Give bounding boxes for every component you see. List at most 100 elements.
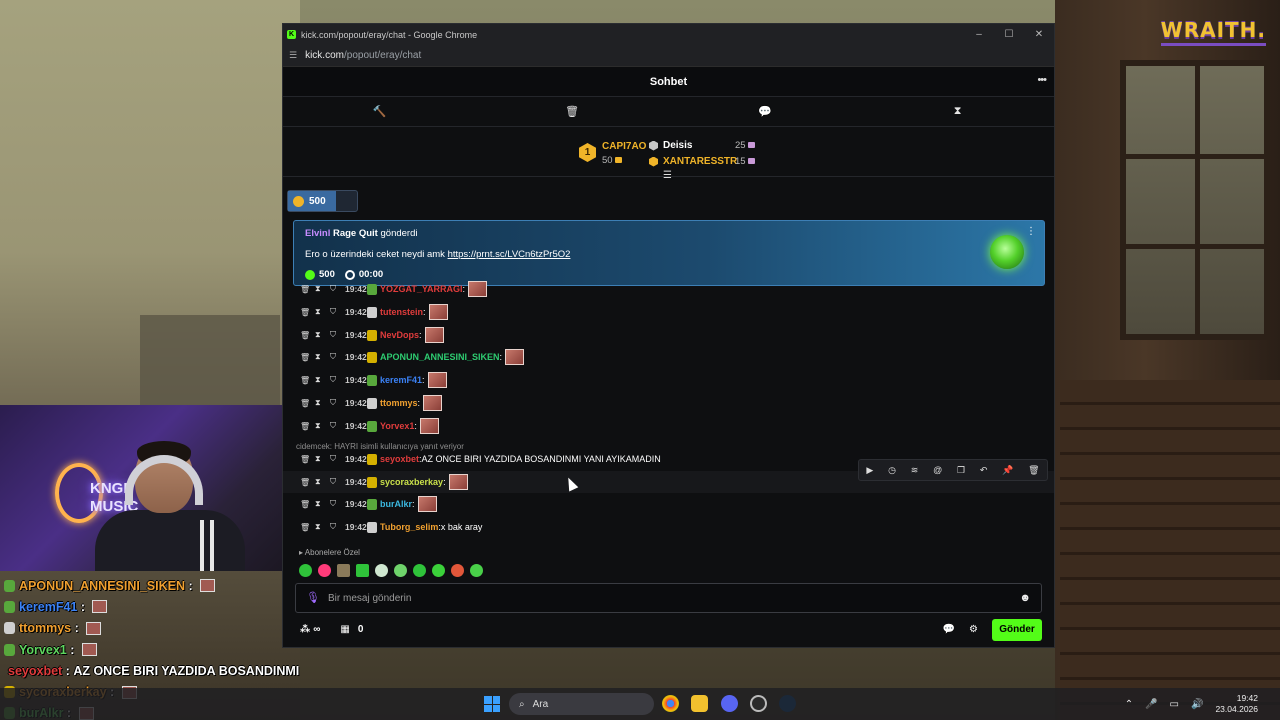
volume-icon[interactable]: 🔊 <box>1191 699 1203 710</box>
message-username[interactable]: ttommys <box>380 398 418 408</box>
message-username[interactable]: Yorvex1 <box>380 421 414 431</box>
emote-icon[interactable] <box>318 564 331 577</box>
ban-user-icon[interactable]: ⛉ <box>330 375 345 385</box>
message-username[interactable]: APONUN_ANNESINI_SIKEN <box>380 352 500 362</box>
timeout-icon[interactable]: ◷ <box>888 465 896 476</box>
ban-user-icon[interactable]: ⛉ <box>330 330 345 340</box>
store-icon[interactable]: ▦ <box>340 624 349 635</box>
timeout-user-icon[interactable]: ⧗ <box>315 375 330 385</box>
play-icon[interactable]: ▶ <box>866 465 873 476</box>
ban-user-icon[interactable]: ⛉ <box>330 477 345 487</box>
ban-user-icon[interactable]: ⛉ <box>330 421 345 431</box>
delete-message-icon[interactable]: 🗑 <box>300 285 315 294</box>
timeout-user-icon[interactable]: ⧗ <box>315 307 330 317</box>
delete-message-icon[interactable]: 🗑 <box>300 308 315 317</box>
hourglass-icon[interactable]: ⧗ <box>861 105 1054 118</box>
chat-message[interactable]: 🗑 ⧗ ⛉ 19:42 tutenstein: <box>283 301 1054 323</box>
message-username[interactable]: NevDops <box>380 330 419 340</box>
message-username[interactable]: YOZGAT_YARRAGI <box>380 284 463 294</box>
ban-user-icon[interactable]: ⛉ <box>330 522 345 532</box>
kicks-goal-pill[interactable]: 500 <box>287 190 358 212</box>
delete-message-icon[interactable]: 🗑 <box>300 523 315 532</box>
emote-icon[interactable] <box>299 564 312 577</box>
windows-start-icon[interactable] <box>484 696 500 712</box>
timeout-user-icon[interactable]: ⧗ <box>315 499 330 509</box>
ban-user-icon[interactable]: ⛉ <box>330 398 345 408</box>
microphone-icon[interactable]: 🎙 <box>306 591 320 605</box>
ban-hammer-icon[interactable]: 🔨 <box>283 105 476 118</box>
send-button[interactable]: Gönder <box>992 618 1042 641</box>
emote-icon[interactable] <box>356 564 369 577</box>
taskbar-search[interactable]: ⌕ Ara <box>509 693 654 715</box>
emote-icon[interactable] <box>394 564 407 577</box>
ban-user-icon[interactable]: ⛉ <box>330 307 345 317</box>
ban-user-icon[interactable]: ⛉ <box>330 352 345 362</box>
points-icon[interactable]: ⁂ <box>300 624 310 635</box>
message-username[interactable]: sycoraxberkay <box>380 477 443 487</box>
tray-chevron-icon[interactable]: ⌃ <box>1125 699 1133 710</box>
delete-message-icon[interactable]: 🗑 <box>300 376 315 385</box>
pinned-sender[interactable]: Elvinl <box>305 228 330 239</box>
chat-message[interactable]: 🗑 ⧗ ⛉ 19:42 NevDops: <box>283 324 1054 346</box>
chrome-icon[interactable] <box>662 695 679 712</box>
delete-message-icon[interactable]: 🗑 <box>300 455 315 464</box>
pin-icon[interactable]: 📌 <box>1002 465 1013 476</box>
microphone-tray-icon[interactable]: 🎤 <box>1145 699 1157 710</box>
chat-message[interactable]: 🗑 ⧗ ⛉ 19:42 ttommys: <box>283 392 1054 414</box>
slow-icon[interactable]: ≋ <box>911 465 919 476</box>
chat-bubble-icon[interactable]: 💬 <box>669 105 862 118</box>
leaderboard-row[interactable]: XANTARESSTR 15 <box>649 156 755 167</box>
delete-message-icon[interactable]: 🗑 <box>300 500 315 509</box>
mention-icon[interactable]: @ <box>933 465 942 475</box>
timeout-user-icon[interactable]: ⧗ <box>315 454 330 464</box>
close-button[interactable]: ✕ <box>1024 29 1054 40</box>
maximize-button[interactable]: ☐ <box>994 29 1024 40</box>
app-icon[interactable] <box>750 695 767 712</box>
ban-user-icon[interactable]: ⛉ <box>330 454 345 464</box>
emoji-picker-icon[interactable]: ☻ <box>1019 592 1031 604</box>
reply-icon[interactable]: ↶ <box>980 465 988 476</box>
delete-icon[interactable]: 🗑 <box>1028 465 1039 476</box>
address-bar[interactable]: ☰ kick.com/popout/eray/chat <box>283 45 1054 67</box>
timeout-user-icon[interactable]: ⧗ <box>315 421 330 431</box>
delete-message-icon[interactable]: 🗑 <box>300 422 315 431</box>
chat-message[interactable]: 🗑 ⧗ ⛉ 19:42 burAlkr: <box>283 493 1054 515</box>
chat-message[interactable]: 🗑 ⧗ ⛉ 19:42 YOZGAT_YARRAGI: <box>283 278 1054 300</box>
emote-icon[interactable] <box>337 564 350 577</box>
leaderboard-first-name[interactable]: CAPI7AO <box>602 141 646 152</box>
network-icon[interactable]: ▭ <box>1170 699 1179 710</box>
chat-message[interactable]: 🗑 ⧗ ⛉ 19:42 Yorvex1: <box>283 415 1054 437</box>
timeout-user-icon[interactable]: ⧗ <box>315 352 330 362</box>
chat-message[interactable]: 🗑 ⧗ ⛉ 19:42 Tuborg_selim: x bak aray <box>283 516 1054 538</box>
emote-icon[interactable] <box>413 564 426 577</box>
steam-icon[interactable] <box>779 695 796 712</box>
emote-icon[interactable] <box>451 564 464 577</box>
pinned-menu-icon[interactable]: ⋮ <box>1026 226 1036 237</box>
copy-icon[interactable]: ❐ <box>957 465 965 476</box>
chat-settings-bubble-icon[interactable]: 💬 <box>943 624 955 635</box>
trash-icon[interactable]: 🗑 <box>476 105 669 118</box>
delete-message-icon[interactable]: 🗑 <box>300 353 315 362</box>
timeout-user-icon[interactable]: ⧗ <box>315 522 330 532</box>
message-username[interactable]: tutenstein <box>380 307 423 317</box>
timeout-user-icon[interactable]: ⧗ <box>315 284 330 294</box>
site-info-icon[interactable]: ☰ <box>289 50 297 61</box>
emote-icon[interactable] <box>375 564 388 577</box>
emote-icon[interactable] <box>470 564 483 577</box>
chat-message[interactable]: 🗑 ⧗ ⛉ 19:42 keremF41: <box>283 369 1054 391</box>
minimize-button[interactable]: – <box>964 29 994 40</box>
leaderboard-row[interactable]: Deisis 25 <box>649 140 755 151</box>
delete-message-icon[interactable]: 🗑 <box>300 478 315 487</box>
message-username[interactable]: Tuborg_selim <box>380 522 438 532</box>
pinned-link[interactable]: https://prnt.sc/LVCn6tzPr5O2 <box>448 249 571 260</box>
chat-message[interactable]: 🗑 ⧗ ⛉ 19:42 APONUN_ANNESINI_SIKEN: <box>283 346 1054 368</box>
delete-message-icon[interactable]: 🗑 <box>300 331 315 340</box>
discord-icon[interactable] <box>721 695 738 712</box>
settings-gear-icon[interactable]: ⚙ <box>969 624 978 635</box>
message-username[interactable]: burAlkr <box>380 499 412 509</box>
more-options-icon[interactable]: ••• <box>1037 74 1047 86</box>
expand-leaderboard-icon[interactable]: ☰ <box>663 170 672 181</box>
emote-icon[interactable] <box>432 564 445 577</box>
delete-message-icon[interactable]: 🗑 <box>300 399 315 408</box>
taskbar-clock[interactable]: 19:42 23.04.2026 <box>1215 693 1258 715</box>
